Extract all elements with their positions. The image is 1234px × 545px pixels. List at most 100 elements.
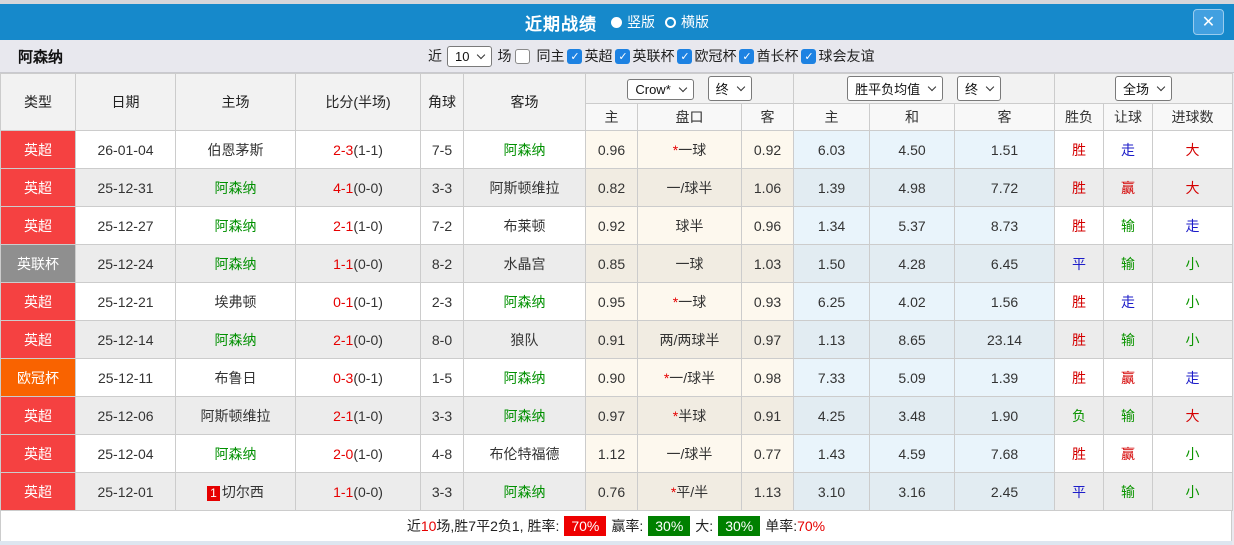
star-icon: * [672, 407, 679, 424]
bottom-strip [0, 541, 1232, 545]
sub-header-handicap: 盘口 [637, 103, 742, 131]
col-header-corner: 角球 [420, 73, 464, 131]
halftime-score: (0-0) [353, 331, 383, 348]
footer-near-label: 近 [406, 518, 421, 534]
fulltime-score: 2-1 [333, 407, 354, 424]
match-date: 25-12-06 [75, 396, 176, 435]
bookmaker-select[interactable]: Crow* [627, 79, 694, 100]
halftime-score: (0-0) [353, 255, 383, 272]
home-team: 阿森纳 [175, 206, 296, 245]
same-home-filter[interactable]: 同主 [511, 46, 564, 66]
scope-select[interactable]: 全场 [1115, 76, 1173, 101]
match-count-select[interactable]: 10 [447, 45, 493, 67]
match-row: 英超 25-12-06 阿斯顿维拉 2-1(1-0) 3-3 阿森纳 0.97 *半球 0.91… [0, 396, 1234, 435]
col-header-score: 比分(半场) [295, 73, 421, 131]
result-outcome: 平 [1054, 472, 1105, 511]
league-filter-5[interactable]: ✓ 球会友谊 [799, 46, 874, 66]
avg-odds-draw: 8.65 [869, 320, 956, 359]
result-goals: 大 [1152, 396, 1234, 435]
score-cell: 0-3(0-1) [295, 358, 421, 397]
radio-selected-icon[interactable] [611, 16, 622, 28]
checkbox-checked-icon[interactable]: ✓ [615, 48, 631, 64]
result-handicap: 赢 [1103, 168, 1154, 207]
fulltime-score: 1-1 [333, 483, 354, 500]
away-team: 阿森纳 [463, 396, 586, 435]
result-outcome: 胜 [1054, 282, 1105, 321]
fulltime-score: 2-0 [333, 445, 354, 462]
league-type-badge: 英超 [0, 168, 76, 207]
halftime-score: (1-0) [353, 407, 383, 424]
star-icon: * [672, 293, 679, 310]
fulltime-score: 4-1 [333, 179, 354, 196]
bookmaker-period-select[interactable]: 终 [707, 76, 752, 101]
score-cell: 0-1(0-1) [295, 282, 421, 321]
radio-vertical-label[interactable]: 竖版 [627, 12, 655, 32]
away-team: 布莱顿 [463, 206, 586, 245]
odds-home: 0.92 [585, 206, 638, 245]
odds-away: 0.97 [740, 320, 795, 359]
result-handicap: 赢 [1103, 434, 1154, 473]
chevron-down-icon [985, 82, 995, 92]
result-goals: 小 [1152, 244, 1234, 283]
odds-away: 0.98 [740, 358, 795, 397]
checkbox-checked-icon[interactable]: ✓ [801, 48, 817, 64]
halftime-score: (0-0) [353, 179, 383, 196]
odds-away: 1.06 [740, 168, 795, 207]
avg-odds-away: 1.51 [954, 130, 1056, 169]
result-outcome: 胜 [1054, 130, 1105, 169]
avg-odds-home: 1.39 [793, 168, 871, 207]
match-row: 英超 25-12-01 1 切尔西 1-1(0-0) 3-3 阿森纳 0.76 *平/半 1.13… [0, 472, 1234, 511]
match-row: 英超 25-12-21 埃弗顿 0-1(0-1) 2-3 阿森纳 0.95 *一球 0.93 6.… [0, 282, 1234, 321]
result-goals: 大 [1152, 130, 1234, 169]
col-header-type: 类型 [0, 73, 76, 131]
same-home-label: 同主 [536, 48, 565, 64]
col-header-date: 日期 [75, 73, 176, 131]
radio-unselected-icon[interactable] [665, 16, 676, 28]
sub-header-avg-home: 主 [793, 103, 871, 131]
odds-away: 0.96 [740, 206, 795, 245]
corners: 3-3 [420, 472, 464, 511]
checkbox-checked-icon[interactable]: ✓ [677, 48, 693, 64]
score-cell: 1-1(0-0) [295, 244, 421, 283]
avg-period-select[interactable]: 终 [956, 76, 1001, 101]
league-label: 球会友谊 [818, 48, 875, 64]
handicap-line: 球半 [637, 206, 742, 245]
corners: 7-5 [420, 130, 464, 169]
odds-away: 1.13 [740, 472, 795, 511]
match-row: 英超 26-01-04 伯恩茅斯 2-3(1-1) 7-5 阿森纳 0.96 *一球 0.92 6… [0, 130, 1234, 169]
league-filter-3[interactable]: ✓ 欧冠杯 [675, 46, 736, 66]
fulltime-score: 2-3 [333, 141, 354, 158]
titlebar: 近期战绩 竖版 横版 ✕ [0, 4, 1234, 40]
close-icon: ✕ [1201, 14, 1216, 31]
radio-horizontal-label[interactable]: 横版 [681, 12, 709, 32]
checkbox-checked-icon[interactable]: ✓ [739, 48, 755, 64]
checkbox-checked-icon[interactable]: ✓ [567, 48, 583, 64]
chevron-down-icon [477, 50, 486, 59]
result-outcome: 负 [1054, 396, 1105, 435]
result-goals: 小 [1152, 434, 1234, 473]
result-goals: 小 [1152, 282, 1234, 321]
match-row: 英超 25-12-31 阿森纳 4-1(0-0) 3-3 阿斯顿维拉 0.82 一/球半 1.0… [0, 168, 1234, 207]
home-team: 阿森纳 [175, 320, 296, 359]
checkbox-unchecked-icon[interactable] [515, 48, 531, 64]
avg-odds-home: 1.43 [793, 434, 871, 473]
home-team: 阿森纳 [175, 168, 296, 207]
matches-label: 场 [497, 48, 512, 64]
avg-odds-home: 7.33 [793, 358, 871, 397]
avg-odds-draw: 4.28 [869, 244, 956, 283]
close-button[interactable]: ✕ [1193, 9, 1224, 35]
league-filter-1[interactable]: ✓ 英超 [565, 46, 612, 66]
avg-odds-draw: 4.50 [869, 130, 956, 169]
avg-group-header: 胜平负均值 终 [793, 73, 1056, 104]
single-rate: 70% [797, 518, 826, 534]
odds-home: 0.85 [585, 244, 638, 283]
avg-odds-select[interactable]: 胜平负均值 [847, 76, 944, 101]
avg-odds-away: 23.14 [954, 320, 1056, 359]
league-label: 酋长杯 [756, 48, 799, 64]
chevron-down-icon [678, 83, 688, 93]
league-filter-4[interactable]: ✓ 酋长杯 [737, 46, 798, 66]
result-outcome: 胜 [1054, 434, 1105, 473]
league-filter-2[interactable]: ✓ 英联杯 [613, 46, 674, 66]
odds-home: 0.96 [585, 130, 638, 169]
avg-odds-home: 1.13 [793, 320, 871, 359]
